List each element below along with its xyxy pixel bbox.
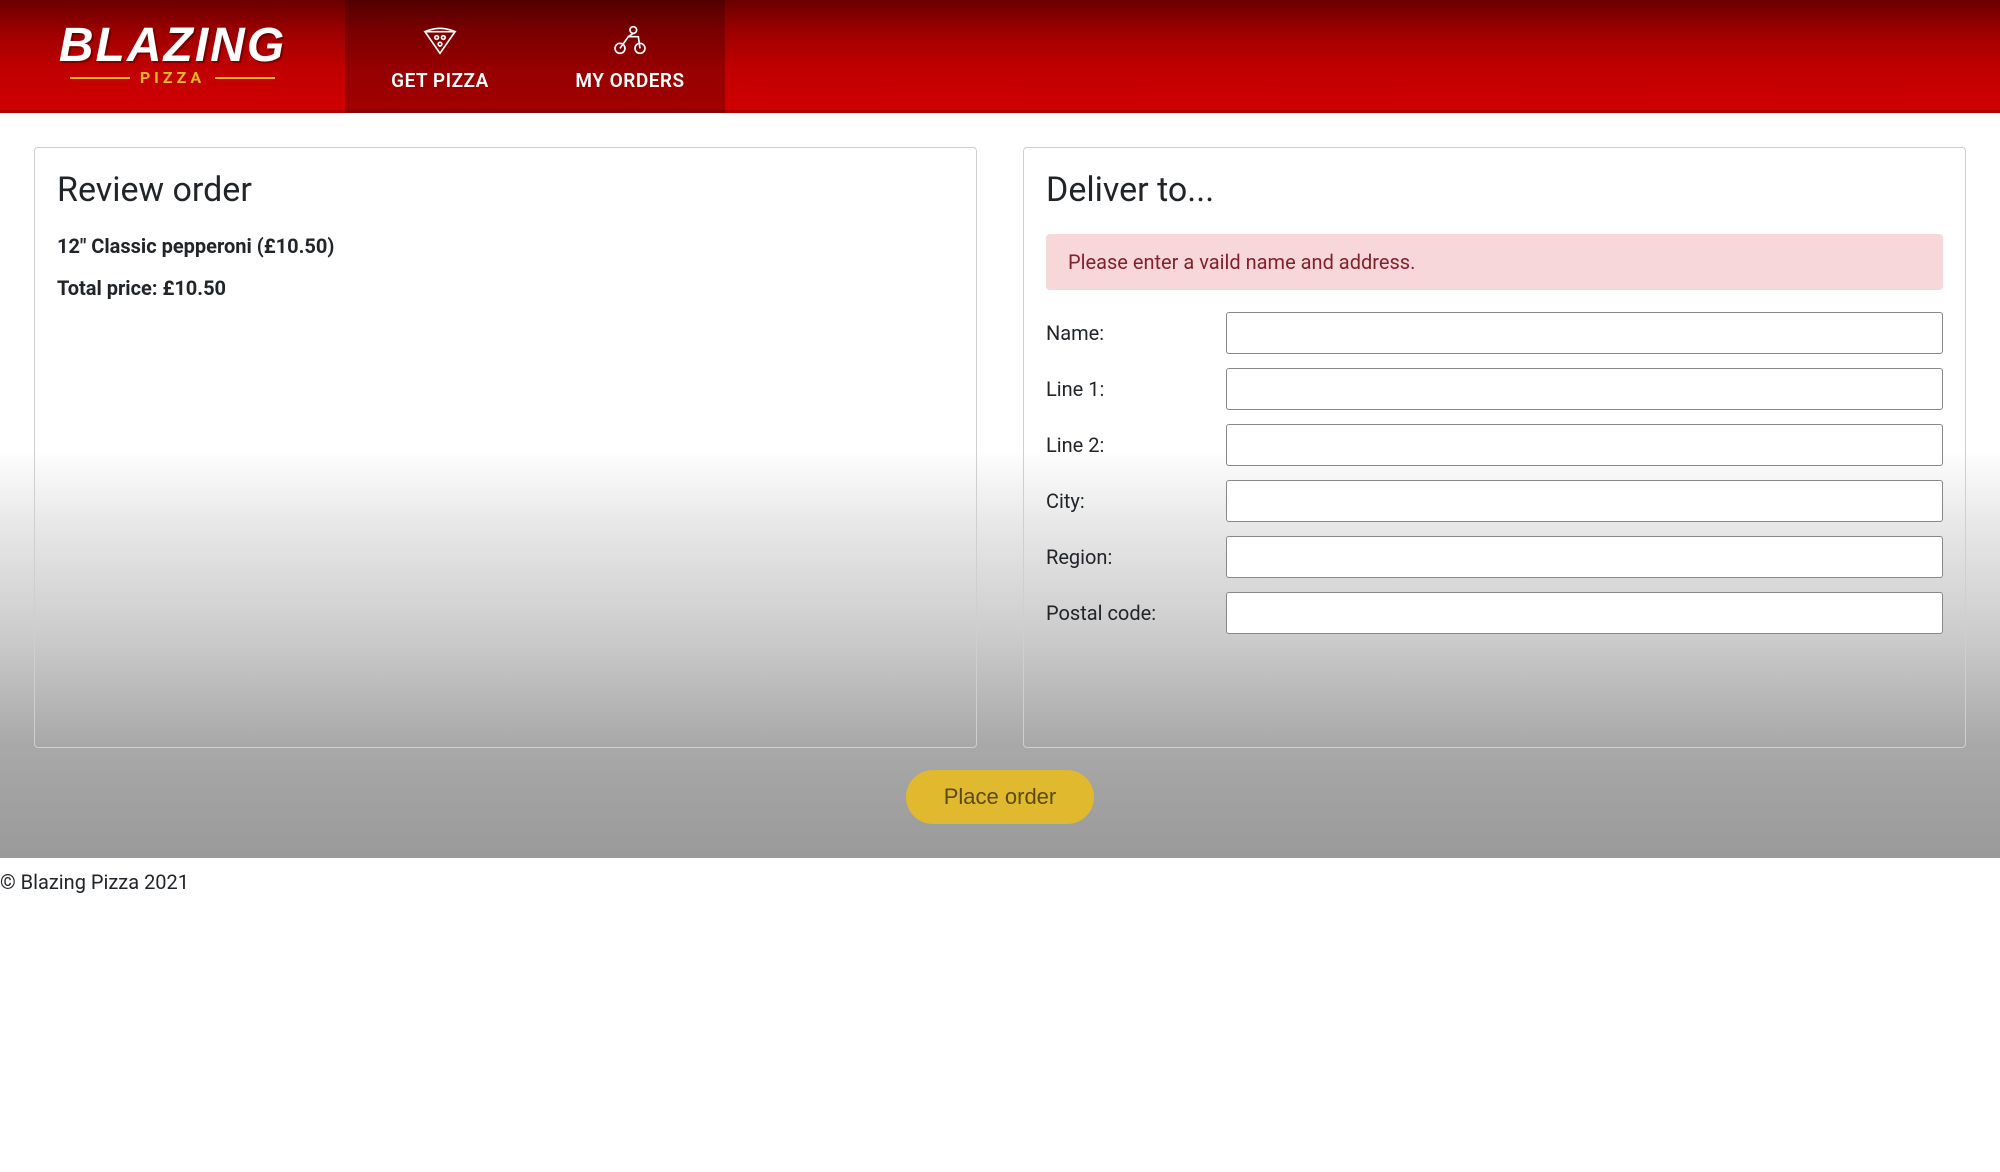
nav-get-pizza[interactable]: GET PIZZA [345,0,535,113]
field-line1: Line 1: [1046,368,1943,410]
footer-copyright: © Blazing Pizza 2021 [0,858,2000,894]
main-content: Review order 12" Classic pepperoni (£10.… [0,113,2000,858]
pizza-slice-icon [420,22,460,63]
label-region: Region: [1046,545,1226,569]
deliver-to-panel: Deliver to... Please enter a vaild name … [1023,147,1966,748]
input-name[interactable] [1226,312,1943,354]
nav-get-pizza-label: GET PIZZA [391,69,489,92]
label-line2: Line 2: [1046,433,1226,457]
top-bar: BLAZING PIZZA GET PIZZA [0,0,2000,113]
brand-logo-sub: PIZZA [140,68,205,87]
order-total: Total price: £10.50 [57,276,954,300]
input-region[interactable] [1226,536,1943,578]
field-line2: Line 2: [1046,424,1943,466]
order-total-label: Total price: [57,276,157,300]
review-order-panel: Review order 12" Classic pepperoni (£10.… [34,147,977,748]
place-order-button[interactable]: Place order [906,770,1095,824]
label-city: City: [1046,489,1226,513]
input-line1[interactable] [1226,368,1943,410]
label-postal: Postal code: [1046,601,1226,625]
brand-logo-sub-wrap: PIZZA [70,68,275,87]
validation-error-alert: Please enter a vaild name and address. [1046,234,1943,290]
label-name: Name: [1046,321,1226,345]
deliver-to-heading: Deliver to... [1046,170,1943,210]
order-total-value: £10.50 [162,276,226,300]
place-order-wrap: Place order [34,770,1966,824]
input-city[interactable] [1226,480,1943,522]
input-line2[interactable] [1226,424,1943,466]
input-postal[interactable] [1226,592,1943,634]
review-order-heading: Review order [57,170,954,210]
nav-my-orders[interactable]: MY ORDERS [535,0,725,113]
brand-logo[interactable]: BLAZING PIZZA [0,0,345,113]
field-postal: Postal code: [1046,592,1943,634]
field-region: Region: [1046,536,1943,578]
label-line1: Line 1: [1046,377,1226,401]
logo-line-left [70,77,130,79]
logo-line-right [215,77,275,79]
brand-logo-main: BLAZING [59,26,286,67]
order-item: 12" Classic pepperoni (£10.50) [57,234,954,258]
field-city: City: [1046,480,1943,522]
panels-row: Review order 12" Classic pepperoni (£10.… [34,147,1966,748]
nav-my-orders-label: MY ORDERS [575,69,684,92]
field-name: Name: [1046,312,1943,354]
delivery-bike-icon [610,22,650,63]
